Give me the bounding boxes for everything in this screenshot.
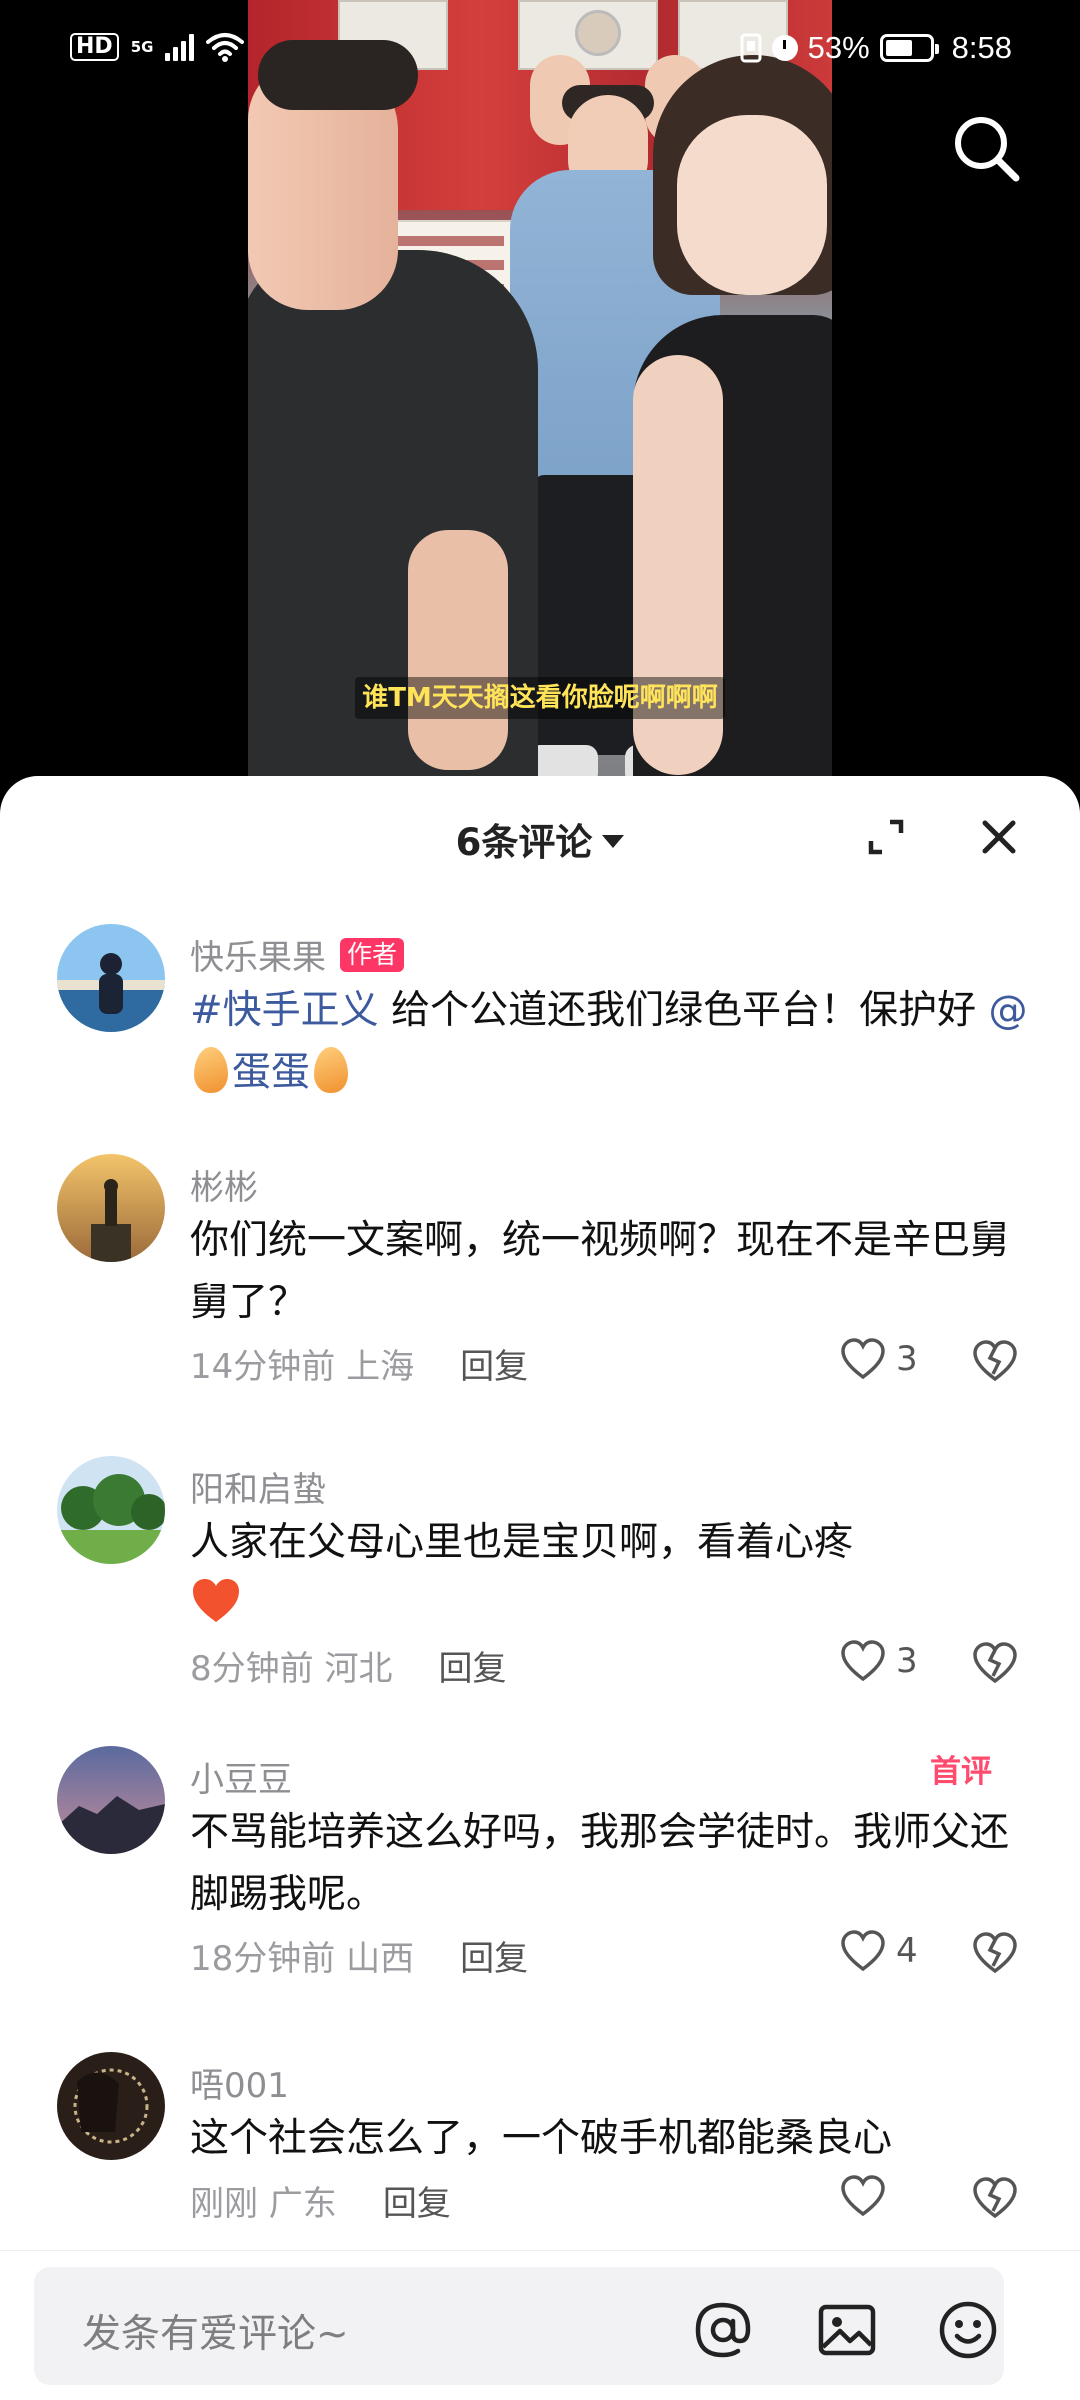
hd-indicator: HD (70, 33, 119, 61)
like-button[interactable] (840, 2175, 896, 2217)
expand-icon[interactable] (865, 816, 907, 858)
egg-emoji-icon (314, 1047, 349, 1093)
comment-user: 唔001 (190, 2058, 289, 2107)
heart-outline-icon (841, 2175, 885, 2217)
reply-button[interactable]: 回复 (438, 1649, 506, 1689)
status-bar: HD 5G 53% 8:58 (0, 0, 1080, 104)
comment-time-location: 刚刚 广东 (190, 2184, 337, 2224)
comment-input-bar: 发条有爱评论~ (0, 2250, 1080, 2400)
comment-text: 人家在父母心里也是宝贝啊，看着心疼 (190, 1512, 1035, 1636)
comment-item[interactable]: 阳和启蛰 人家在父母心里也是宝贝啊，看着心疼 8分钟前 河北 回复 3 (0, 1456, 1080, 1689)
avatar[interactable] (57, 1746, 165, 1854)
comment-time-location: 8分钟前 河北 (190, 1649, 393, 1689)
video-player[interactable]: 谁TM天天搁这看你脸呢啊啊啊 HD 5G 53% 8:58 (0, 0, 1080, 790)
comment-text: 这个社会怎么了，一个破手机都能桑良心 (190, 2116, 893, 2161)
comment-user: 彬彬 (190, 1160, 258, 1209)
nfc-icon (740, 33, 762, 63)
username[interactable]: 小豆豆 (190, 1752, 292, 1801)
comment-user: 小豆豆 (190, 1752, 292, 1801)
video-frame[interactable]: 谁TM天天搁这看你脸呢啊啊啊 (248, 0, 832, 790)
like-button[interactable]: 3 (840, 1640, 918, 1682)
comment-user: 阳和启蛰 (190, 1462, 326, 1511)
comments-count-dropdown[interactable]: 6条评论 (0, 812, 1080, 866)
comment-meta: 18分钟前 山西 回复 (190, 1931, 528, 1980)
broken-heart-icon[interactable] (972, 1642, 1018, 1684)
comment-meta: 14分钟前 上海 回复 (190, 1339, 528, 1388)
like-count: 3 (896, 1339, 918, 1379)
like-button[interactable]: 4 (840, 1930, 918, 1972)
username[interactable]: 唔001 (190, 2058, 289, 2107)
mention-name: 蛋蛋 (232, 1050, 311, 1095)
comment-item[interactable]: 唔001 这个社会怎么了，一个破手机都能桑良心 刚刚 广东 回复 (0, 2052, 1080, 2224)
search-icon[interactable] (950, 112, 1022, 184)
broken-heart-icon[interactable] (972, 2177, 1018, 2219)
heart-outline-icon (841, 1338, 885, 1380)
battery-percent: 53% (807, 30, 870, 65)
avatar[interactable] (57, 2052, 165, 2160)
red-heart-emoji-icon (193, 1579, 239, 1622)
username[interactable]: 阳和启蛰 (190, 1462, 326, 1511)
hashtag-link[interactable]: #快手正义 (190, 988, 379, 1033)
reply-button[interactable]: 回复 (460, 1939, 528, 1979)
caret-down-icon (602, 835, 625, 848)
heart-outline-icon (841, 1930, 885, 1972)
avatar[interactable] (57, 924, 165, 1032)
comment-user: 快乐果果 作者 (190, 930, 405, 979)
comment-time-location: 18分钟前 山西 (190, 1939, 415, 1979)
comment-text: #快手正义 给个公道还我们绿色平台！保护好 @ 蛋蛋 (190, 980, 1035, 1104)
comment-text-body: 给个公道还我们绿色平台！保护好 (378, 988, 989, 1033)
close-icon[interactable] (978, 816, 1020, 858)
broken-heart-icon[interactable] (972, 1340, 1018, 1382)
battery-icon (879, 34, 939, 62)
username[interactable]: 彬彬 (190, 1160, 258, 1209)
image-icon[interactable] (816, 2299, 878, 2361)
clock: 8:58 (951, 30, 1012, 65)
video-subtitle: 谁TM天天搁这看你脸呢啊啊啊 (355, 677, 725, 719)
comments-header: 6条评论 (0, 776, 1080, 900)
like-button[interactable]: 3 (840, 1338, 918, 1380)
wifi-icon (206, 33, 245, 62)
like-count: 4 (896, 1931, 918, 1971)
mention-prefix: @ (988, 988, 1028, 1033)
comment-text: 不骂能培养这么好吗，我那会学徒时。我师父还脚踢我呢。 (190, 1810, 1010, 1917)
alarm-icon (771, 35, 798, 61)
comment-text: 你们统一文案啊，统一视频啊？现在不是辛巴舅舅了？ (190, 1218, 1010, 1325)
heart-outline-icon (841, 1640, 885, 1682)
comment-item[interactable]: 小豆豆 首评 不骂能培养这么好吗，我那会学徒时。我师父还脚踢我呢。 18分钟前 … (0, 1746, 1080, 1979)
comment-item[interactable]: 彬彬 你们统一文案啊，统一视频啊？现在不是辛巴舅舅了？ 14分钟前 上海 回复 3 (0, 1154, 1080, 1387)
comments-title: 6条评论 (455, 821, 593, 864)
comments-panel: 6条评论 快乐果果 作者 #快手正义 给个公道还我们绿色平台！保护好 @蛋蛋 彬… (0, 776, 1080, 2400)
comment-text-body: 人家在父母心里也是宝贝啊，看着心疼 (190, 1520, 854, 1565)
first-comment-badge: 首评 (930, 1746, 992, 1791)
comment-input[interactable]: 发条有爱评论~ (34, 2267, 1004, 2385)
author-badge: 作者 (340, 937, 405, 972)
comment-meta: 8分钟前 河北 回复 (190, 1641, 506, 1690)
egg-emoji-icon (194, 1047, 228, 1093)
username[interactable]: 快乐果果 (190, 930, 326, 979)
like-count: 3 (896, 1641, 918, 1681)
avatar[interactable] (57, 1154, 165, 1262)
emoji-icon[interactable] (937, 2299, 999, 2361)
reply-button[interactable]: 回复 (460, 1347, 528, 1387)
signal-icon (165, 33, 195, 61)
at-icon[interactable] (692, 2299, 754, 2361)
network-type: 5G (130, 38, 154, 56)
comment-time-location: 14分钟前 上海 (190, 1347, 415, 1387)
comment-item[interactable]: 快乐果果 作者 #快手正义 给个公道还我们绿色平台！保护好 @ 蛋蛋 (0, 924, 1080, 1114)
reply-button[interactable]: 回复 (383, 2184, 451, 2224)
avatar[interactable] (57, 1456, 165, 1564)
broken-heart-icon[interactable] (972, 1932, 1018, 1974)
comment-input-placeholder: 发条有爱评论~ (82, 2312, 349, 2357)
comment-meta: 刚刚 广东 回复 (190, 2176, 451, 2225)
